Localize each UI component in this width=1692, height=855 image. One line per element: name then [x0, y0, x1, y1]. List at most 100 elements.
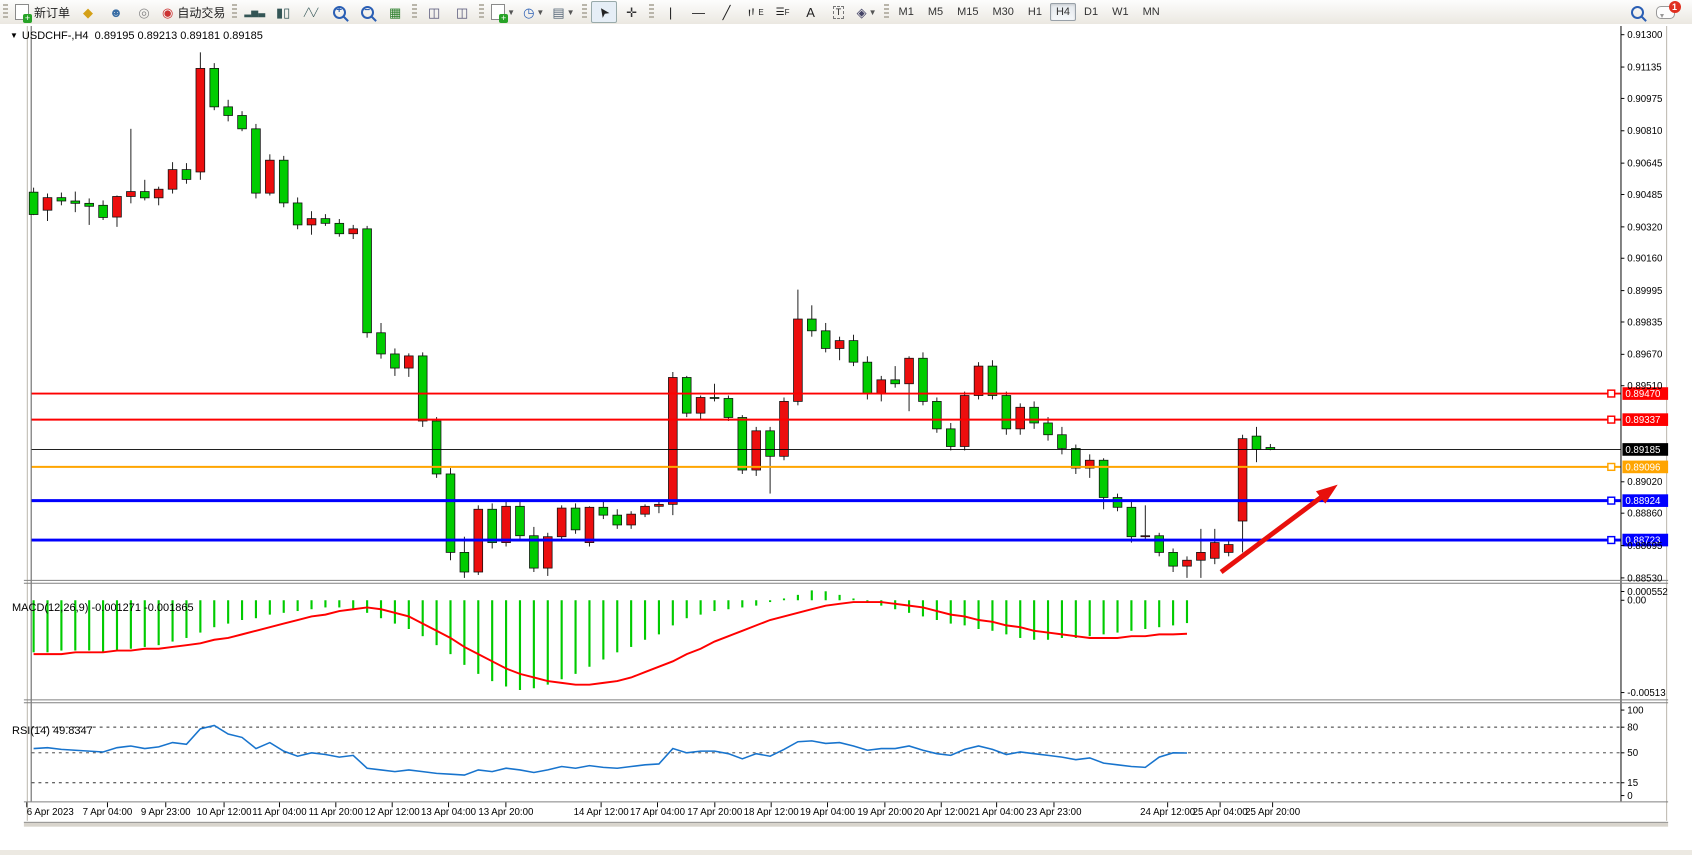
bull-candle[interactable]	[668, 377, 677, 504]
bull-candle[interactable]	[196, 68, 205, 172]
bar-chart-button[interactable]: ▂▅▃	[241, 1, 268, 23]
bear-candle[interactable]	[363, 229, 372, 333]
bear-candle[interactable]	[252, 129, 261, 193]
bear-candle[interactable]	[1252, 436, 1261, 449]
bear-candle[interactable]	[182, 170, 191, 180]
new-order-button[interactable]: + 新订单	[12, 1, 73, 23]
bull-candle[interactable]	[307, 219, 316, 225]
timeframe-m15[interactable]: M15	[951, 3, 984, 21]
horizontal-line-tool-button[interactable]: —	[686, 1, 712, 23]
bear-candle[interactable]	[988, 366, 997, 395]
bear-candle[interactable]	[85, 203, 94, 206]
timeframe-m1[interactable]: M1	[893, 3, 920, 21]
timeframe-m30[interactable]: M30	[987, 3, 1020, 21]
bull-candle[interactable]	[1016, 407, 1025, 429]
crosshair-tool-button[interactable]: ✛	[619, 1, 645, 23]
zoom-out-button[interactable]: −	[354, 1, 380, 23]
bear-candle[interactable]	[460, 552, 469, 572]
bull-candle[interactable]	[780, 401, 789, 456]
fibonacci-tool-button[interactable]: ☰F	[770, 1, 796, 23]
bear-candle[interactable]	[377, 333, 386, 354]
bear-candle[interactable]	[71, 201, 80, 203]
collapse-panel-icon[interactable]: ▼	[10, 31, 18, 40]
bull-candle[interactable]	[349, 229, 358, 234]
bull-candle[interactable]	[835, 341, 844, 349]
bear-candle[interactable]	[724, 398, 733, 417]
indicators-button[interactable]: +▼	[488, 1, 518, 23]
bear-candle[interactable]	[1113, 497, 1122, 507]
bear-candle[interactable]	[1002, 396, 1011, 429]
bear-candle[interactable]	[738, 417, 747, 470]
line-handle-marker[interactable]	[1608, 416, 1615, 423]
bear-candle[interactable]	[488, 509, 497, 542]
bear-candle[interactable]	[766, 431, 775, 456]
bull-candle[interactable]	[502, 506, 511, 542]
bull-candle[interactable]	[1197, 552, 1206, 560]
bear-candle[interactable]	[1044, 423, 1053, 435]
bear-candle[interactable]	[863, 362, 872, 393]
text-label-tool-button[interactable]: T	[826, 1, 852, 23]
bull-candle[interactable]	[265, 160, 274, 193]
bull-candle[interactable]	[1224, 545, 1233, 553]
bull-candle[interactable]	[113, 196, 122, 217]
chart-window[interactable]: ▼USDCHF-,H4 0.89195 0.89213 0.89181 0.89…	[0, 24, 1692, 850]
bear-candle[interactable]	[891, 380, 900, 384]
line-chart-button[interactable]: ╱╲╱	[298, 1, 324, 23]
bear-candle[interactable]	[919, 358, 928, 401]
bear-candle[interactable]	[140, 192, 149, 198]
timeframe-d1[interactable]: D1	[1078, 3, 1104, 21]
bull-candle[interactable]	[43, 198, 52, 211]
bear-candle[interactable]	[710, 397, 719, 398]
cursor-tool-button[interactable]: ➤	[591, 1, 617, 23]
bear-candle[interactable]	[946, 429, 955, 447]
bear-candle[interactable]	[1071, 448, 1080, 468]
bull-candle[interactable]	[404, 356, 413, 368]
bull-candle[interactable]	[905, 358, 914, 383]
bear-candle[interactable]	[1127, 507, 1136, 536]
candlestick-chart-button[interactable]: ▮▯	[270, 1, 296, 23]
bull-candle[interactable]	[1210, 543, 1219, 559]
bull-candle[interactable]	[627, 514, 636, 525]
line-handle-marker[interactable]	[1608, 497, 1615, 504]
notifications-button[interactable]: 1	[1652, 1, 1678, 23]
bull-candle[interactable]	[655, 504, 664, 506]
bear-candle[interactable]	[335, 223, 344, 233]
bear-candle[interactable]	[224, 107, 233, 116]
bull-candle[interactable]	[641, 506, 650, 514]
auto-scroll-button[interactable]: ◫	[421, 1, 447, 23]
bear-candle[interactable]	[1099, 460, 1108, 497]
vertical-line-tool-button[interactable]: |	[658, 1, 684, 23]
bear-candle[interactable]	[321, 219, 330, 224]
bear-candle[interactable]	[1155, 536, 1164, 553]
bull-candle[interactable]	[1183, 560, 1192, 566]
bull-candle[interactable]	[752, 431, 761, 470]
bull-candle[interactable]	[154, 189, 163, 198]
bear-candle[interactable]	[210, 68, 219, 106]
periods-button[interactable]: ◷▼	[520, 1, 547, 23]
bear-candle[interactable]	[29, 192, 38, 214]
signal-button[interactable]: ◎	[131, 1, 157, 23]
bear-candle[interactable]	[613, 515, 622, 525]
timeframe-h1[interactable]: H1	[1022, 3, 1048, 21]
search-button[interactable]	[1624, 1, 1650, 23]
channel-tool-button[interactable]: 〃E	[742, 1, 768, 23]
templates-button[interactable]: ▤▼	[549, 1, 577, 23]
bear-candle[interactable]	[293, 203, 302, 225]
bull-candle[interactable]	[960, 396, 969, 447]
bull-candle[interactable]	[974, 366, 983, 395]
bear-candle[interactable]	[1030, 407, 1039, 423]
zoom-in-button[interactable]: +	[326, 1, 352, 23]
bear-candle[interactable]	[599, 507, 608, 515]
bear-candle[interactable]	[516, 506, 525, 535]
profile-button[interactable]: ☻	[103, 1, 129, 23]
bull-candle[interactable]	[1238, 439, 1247, 521]
bull-candle[interactable]	[877, 380, 886, 394]
line-handle-marker[interactable]	[1608, 463, 1615, 470]
bear-candle[interactable]	[1058, 435, 1067, 449]
timeframe-w1[interactable]: W1	[1106, 3, 1135, 21]
bear-candle[interactable]	[279, 160, 288, 203]
timeframe-m5[interactable]: M5	[922, 3, 949, 21]
bull-candle[interactable]	[168, 170, 177, 190]
styles-button[interactable]: ◆	[75, 1, 101, 23]
bear-candle[interactable]	[238, 115, 247, 128]
